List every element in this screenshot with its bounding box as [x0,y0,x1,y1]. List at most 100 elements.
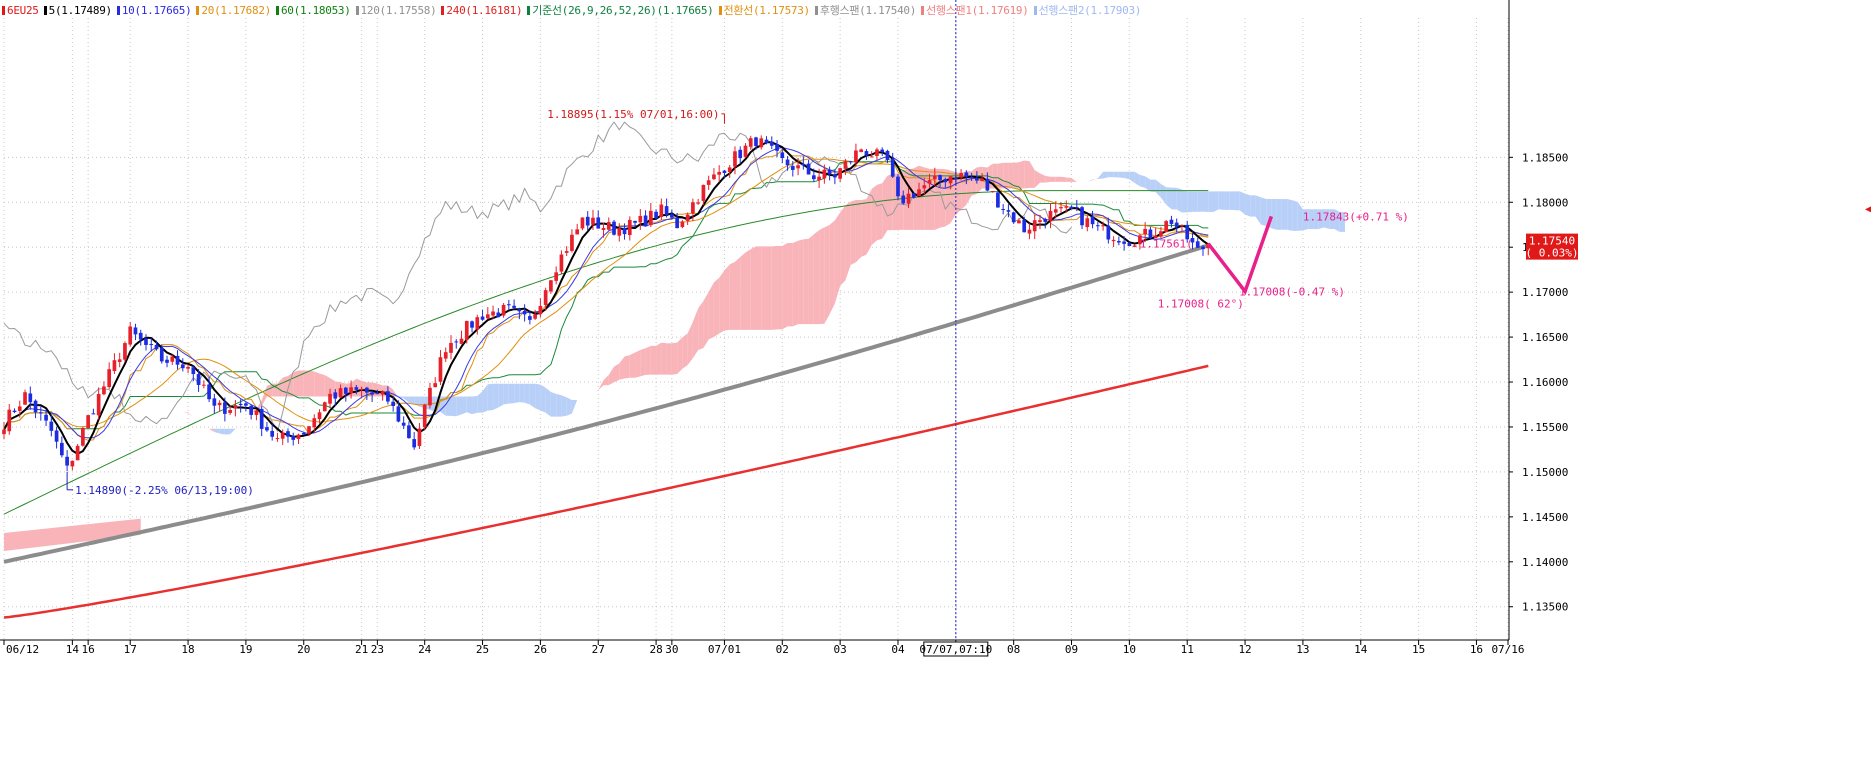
candle[interactable] [275,432,280,442]
candle-body[interactable] [417,428,422,446]
candle-body[interactable] [1011,212,1016,223]
candle-body[interactable] [33,400,38,413]
candle[interactable] [1095,221,1100,231]
candle-body[interactable] [217,402,222,406]
candle-body[interactable] [138,332,143,340]
candle-body[interactable] [307,426,311,434]
candle-body[interactable] [165,359,169,363]
candle-body[interactable] [938,175,942,181]
candle-body[interactable] [780,152,785,159]
candle[interactable] [1180,225,1184,232]
candle[interactable] [249,404,254,420]
candle-body[interactable] [1048,210,1053,221]
candle[interactable] [1085,215,1090,232]
candle-body[interactable] [159,347,164,362]
candle-body[interactable] [790,166,795,170]
candle[interactable] [880,147,885,156]
candle-body[interactable] [659,204,664,217]
candle-body[interactable] [754,137,758,147]
candle-body[interactable] [349,387,353,394]
candle-body[interactable] [969,177,974,179]
candle-body[interactable] [1174,222,1179,227]
candle-body[interactable] [133,327,138,335]
candle-body[interactable] [543,290,548,306]
candle-body[interactable] [775,144,779,151]
candle-body[interactable] [985,178,990,191]
candle[interactable] [7,404,12,435]
candle[interactable] [233,399,238,417]
candle[interactable] [712,168,716,181]
candle[interactable] [175,350,180,370]
candle-body[interactable] [1032,220,1037,232]
candle-body[interactable] [280,432,285,439]
candle[interactable] [128,321,133,347]
candle-body[interactable] [764,139,769,144]
candle-body[interactable] [585,216,590,226]
candle[interactable] [407,421,411,439]
candle-body[interactable] [343,387,348,394]
candle[interactable] [501,303,506,318]
candle-body[interactable] [459,338,464,344]
candle[interactable] [759,135,764,150]
candle-body[interactable] [291,435,296,440]
candle-body[interactable] [943,178,948,183]
candle[interactable] [438,350,443,385]
candle-body[interactable] [580,217,585,229]
candle-body[interactable] [412,439,417,448]
candle[interactable] [570,229,574,253]
candle[interactable] [775,140,779,158]
candle-body[interactable] [107,369,112,388]
candle-body[interactable] [953,177,958,179]
candle-body[interactable] [685,214,690,221]
candle-body[interactable] [591,217,595,225]
candle-body[interactable] [1132,245,1137,247]
candle-body[interactable] [259,408,264,429]
candle-body[interactable] [606,222,611,230]
candle-body[interactable] [559,254,564,272]
candle[interactable] [648,202,653,228]
candle[interactable] [848,160,853,165]
candlestick-chart[interactable]: 1.18895(1.15% 07/01,16:00) 1.14890(-2.25%… [0,0,1873,784]
candle-body[interactable] [464,320,469,340]
candle-body[interactable] [333,392,338,399]
candle-body[interactable] [491,311,495,316]
candle-body[interactable] [286,431,290,437]
candle-body[interactable] [254,410,259,415]
candle[interactable] [1032,214,1037,240]
candle-body[interactable] [180,364,185,369]
candle-body[interactable] [12,410,17,413]
candle-body[interactable] [528,316,532,320]
candle[interactable] [659,198,664,220]
candle-body[interactable] [212,398,217,406]
candle-body[interactable] [570,234,574,251]
candle-body[interactable] [712,174,716,180]
candle-body[interactable] [1117,241,1121,243]
candle-body[interactable] [869,156,874,158]
candle-body[interactable] [1027,229,1032,234]
candle-body[interactable] [54,430,59,442]
candle-body[interactable] [1064,206,1069,208]
candle-body[interactable] [1164,221,1169,233]
candle-body[interactable] [922,185,927,189]
candle-body[interactable] [1159,231,1163,237]
candle-body[interactable] [428,387,432,406]
candle[interactable] [559,250,564,275]
candle[interactable] [38,405,43,421]
candle-body[interactable] [128,326,133,345]
candle-body[interactable] [990,191,995,193]
candle[interactable] [864,149,869,160]
candle-body[interactable] [407,425,411,439]
candle-body[interactable] [975,177,979,181]
candle-body[interactable] [612,221,616,235]
candle-body[interactable] [675,217,679,229]
candle-body[interactable] [696,202,700,204]
candle-body[interactable] [801,163,806,166]
candle-body[interactable] [1169,219,1174,224]
candle-body[interactable] [901,195,906,204]
candle-body[interactable] [1001,209,1006,211]
candle-body[interactable] [123,343,127,360]
candle[interactable] [91,408,96,415]
candle-body[interactable] [596,217,601,229]
candle[interactable] [764,136,769,145]
candle[interactable] [296,433,301,444]
